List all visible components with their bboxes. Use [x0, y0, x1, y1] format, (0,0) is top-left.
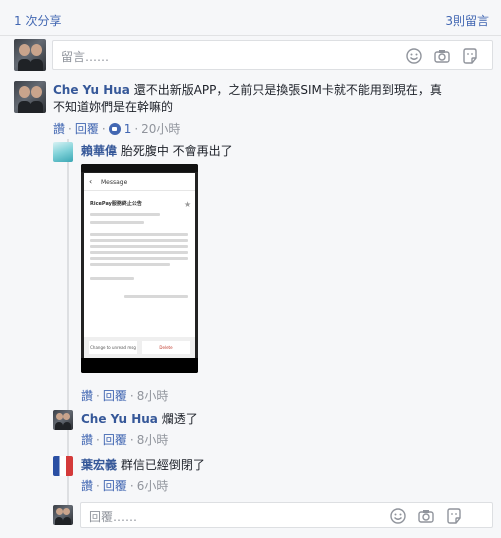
reply-actions: 讚 · 回覆 · 6小時: [81, 479, 169, 493]
reply-text: 胎死腹中 不會再出了: [120, 144, 233, 158]
comment-count-link[interactable]: 3則留言: [445, 12, 489, 29]
notice-text: [90, 239, 188, 242]
like-count[interactable]: 1: [124, 122, 132, 136]
reply-body: 葉宏義 群信已經倒閉了: [81, 457, 205, 474]
comment-input-placeholder: 留言……: [61, 50, 110, 64]
emoji-icon[interactable]: [406, 48, 422, 64]
reply-text: 群信已經倒閉了: [120, 458, 205, 472]
commenter-avatar[interactable]: [14, 81, 46, 113]
notice-text: [90, 233, 188, 236]
star-icon: ★: [184, 200, 192, 209]
notice-heading: RicePay服務終止公告: [90, 201, 142, 207]
notice-text: [90, 257, 188, 260]
reply-author[interactable]: Che Yu Hua: [81, 412, 158, 426]
reply-text: 爛透了: [161, 412, 198, 426]
like-button[interactable]: 讚: [81, 479, 93, 493]
reply-input[interactable]: 回覆……: [80, 502, 493, 528]
like-button[interactable]: 讚: [81, 389, 93, 403]
like-button[interactable]: 讚: [53, 122, 65, 136]
reply-button[interactable]: 回覆: [103, 389, 127, 403]
reply-author[interactable]: 賴華偉: [81, 144, 117, 158]
reply-body: 賴華偉 胎死腹中 不會再出了: [81, 143, 233, 160]
comment-text-line2: 不知道妳們是在幹嘛的: [53, 100, 174, 114]
phone-screen: ‹ Message RicePay服務終止公告 ★ Change to unre…: [84, 173, 195, 358]
reply-avatar[interactable]: [53, 142, 73, 162]
reply-author[interactable]: 葉宏義: [81, 458, 117, 472]
phone-button-bar: Change to unread msg Delete: [84, 337, 195, 358]
comment-author[interactable]: Che Yu Hua: [53, 83, 130, 97]
notice-text: [90, 221, 144, 224]
comment-time[interactable]: 20小時: [141, 122, 180, 136]
reply-avatar[interactable]: [53, 410, 73, 430]
notice-text: [90, 277, 134, 280]
camera-icon[interactable]: [418, 508, 434, 524]
camera-icon[interactable]: [434, 48, 450, 64]
reply-actions: 讚 · 回覆 · 8小時: [81, 433, 169, 447]
comment-body: Che Yu Hua 還不出新版APP，之前只是換張SIM卡就不能用到現在，真: [53, 82, 442, 99]
message-title: Message: [101, 179, 128, 186]
sticker-icon[interactable]: [446, 508, 462, 524]
back-icon: ‹: [89, 177, 93, 186]
message-bar: ‹ Message: [84, 173, 195, 191]
like-icon: [108, 123, 121, 135]
current-user-avatar[interactable]: [14, 39, 46, 71]
current-user-avatar[interactable]: [53, 505, 73, 525]
attached-screenshot[interactable]: ‹ Message RicePay服務終止公告 ★ Change to unre…: [81, 164, 198, 373]
notice-text: [90, 245, 188, 248]
reply-button[interactable]: 回覆: [103, 479, 127, 493]
reply-avatar[interactable]: [53, 456, 73, 476]
reply-actions: 讚 · 回覆 · 8小時: [81, 389, 169, 403]
reply-time[interactable]: 6小時: [137, 479, 169, 493]
notice-text: [90, 213, 160, 216]
notice-text: [90, 251, 188, 254]
comment-actions: 讚 · 回覆 · 1 · 20小時: [53, 122, 181, 136]
share-count-link[interactable]: 1 次分享: [14, 12, 61, 29]
share-bar: 1 次分享 3則留言: [0, 0, 501, 36]
comment-input[interactable]: 留言……: [52, 40, 493, 70]
phone-nav-bar: [81, 358, 198, 373]
sticker-icon[interactable]: [462, 48, 478, 64]
reply-button[interactable]: 回覆: [103, 433, 127, 447]
delete-button: Delete: [142, 341, 190, 354]
notice-text: [124, 295, 188, 298]
phone-status-bar: [81, 164, 198, 172]
reply-body: Che Yu Hua 爛透了: [81, 411, 198, 428]
comment-text-line1: 還不出新版APP，之前只是換張SIM卡就不能用到現在，真: [133, 83, 442, 97]
reply-time[interactable]: 8小時: [137, 433, 169, 447]
like-button[interactable]: 讚: [81, 433, 93, 447]
reply-input-placeholder: 回覆……: [89, 510, 138, 524]
reply-time[interactable]: 8小時: [137, 389, 169, 403]
reply-button[interactable]: 回覆: [75, 122, 99, 136]
notice-text: [90, 263, 170, 266]
emoji-icon[interactable]: [390, 508, 406, 524]
mark-unread-button: Change to unread msg: [89, 341, 137, 354]
